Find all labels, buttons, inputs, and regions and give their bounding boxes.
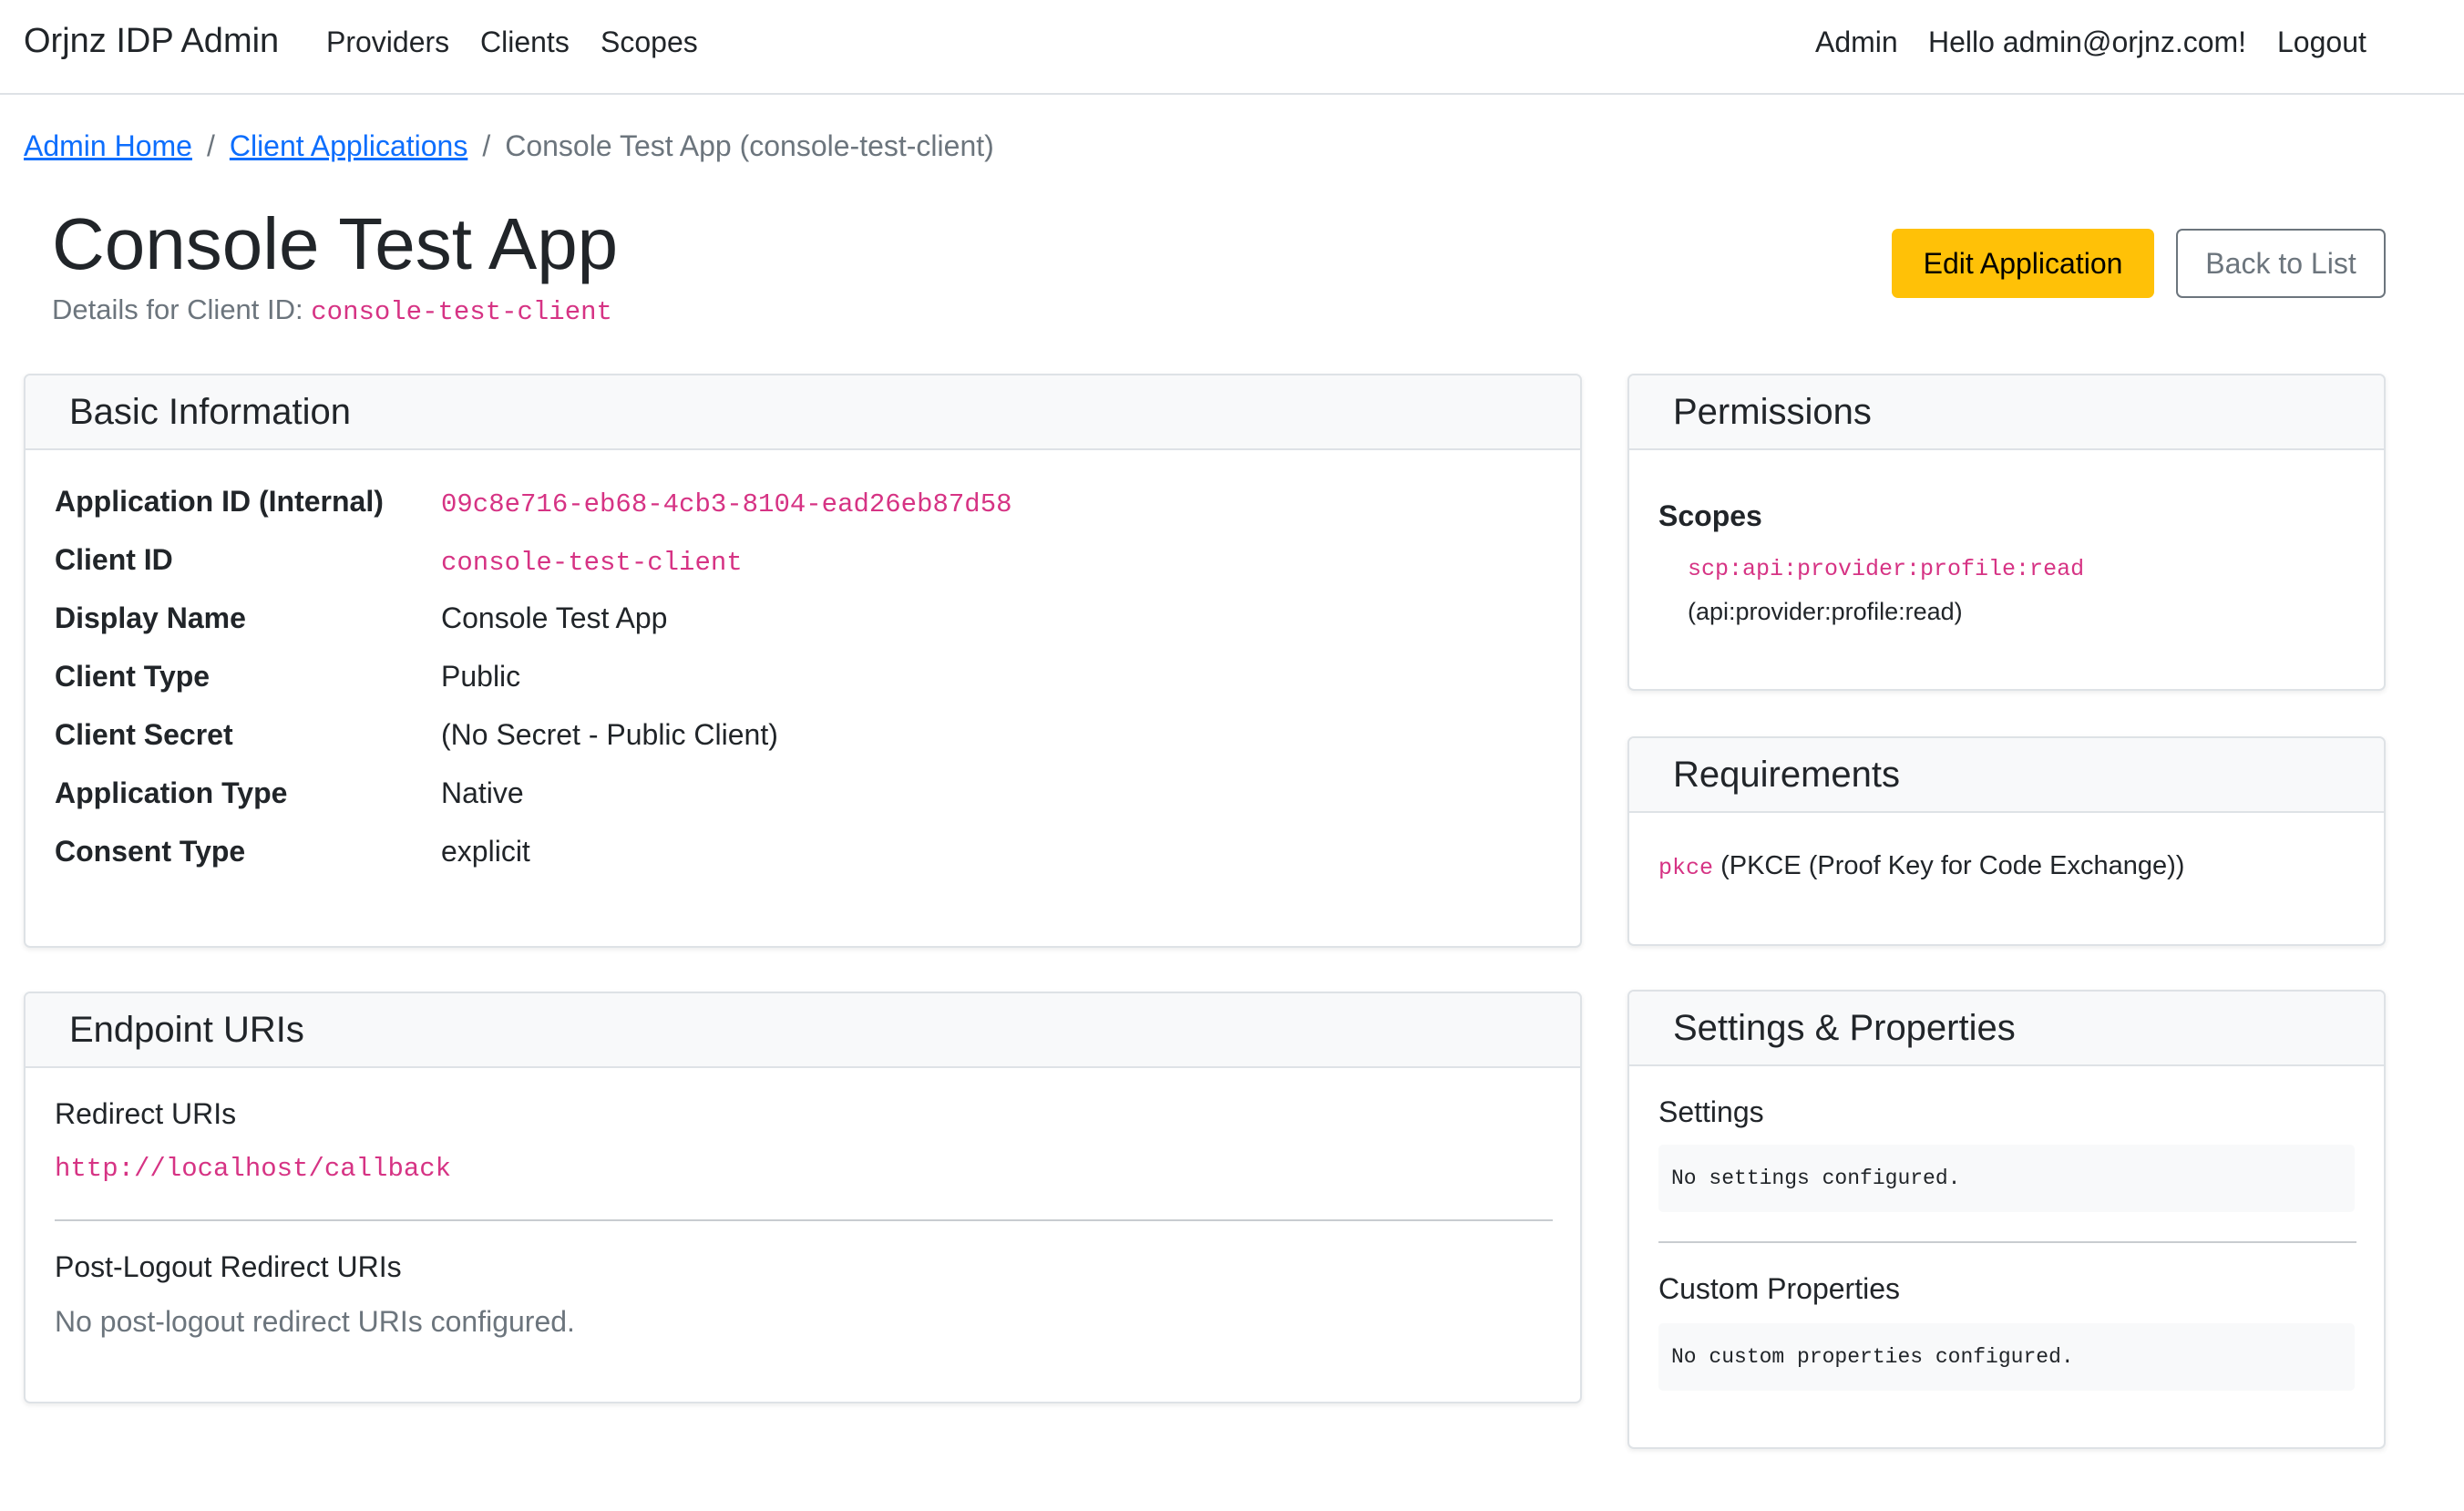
redirect-uri: http://localhost/callback — [55, 1154, 452, 1184]
info-label: Consent Type — [55, 835, 246, 868]
info-label: Application ID (Internal) — [55, 485, 384, 518]
scopes-title: Scopes — [1658, 499, 1762, 532]
info-value: Public — [441, 660, 521, 693]
settings-title: Settings — [1658, 1095, 1764, 1128]
info-row-client-type: Client Type Public — [55, 660, 520, 694]
nav-clients-link[interactable]: Clients — [480, 26, 570, 59]
info-value: (No Secret - Public Client) — [441, 718, 778, 751]
info-row-consent-type: Consent Type explicit — [55, 835, 530, 869]
post-logout-empty-text: No post-logout redirect URIs configured. — [55, 1305, 575, 1338]
info-value: explicit — [441, 835, 530, 868]
info-label: Client Secret — [55, 718, 233, 751]
info-row-application-id: Application ID (Internal) 09c8e716-eb68-4… — [55, 485, 1012, 519]
breadcrumb: Admin Home / Client Applications / Console T… — [24, 129, 994, 163]
info-value: Native — [441, 776, 524, 809]
info-label: Client ID — [55, 543, 173, 576]
requirement-item: pkce (PKCE (Proof Key for Code Exchange)… — [1658, 851, 2184, 881]
requirement-description: (PKCE (Proof Key for Code Exchange)) — [1720, 851, 2185, 880]
nav-scopes-link[interactable]: Scopes — [601, 26, 698, 59]
requirements-card: Requirements pkce (PKCE (Proof Key for C… — [1627, 736, 2386, 946]
nav-admin-link[interactable]: Admin — [1815, 26, 1898, 59]
edit-application-button[interactable]: Edit Application — [1892, 229, 2154, 298]
permissions-header: Permissions — [1629, 375, 2384, 450]
custom-properties-title: Custom Properties — [1658, 1272, 1900, 1305]
info-row-application-type: Application Type Native — [55, 776, 524, 810]
redirect-uris-title: Redirect URIs — [55, 1097, 237, 1130]
requirements-header: Requirements — [1629, 738, 2384, 813]
nav-providers-link[interactable]: Providers — [326, 26, 449, 59]
info-value: 09c8e716-eb68-4cb3-8104-ead26eb87d58 — [441, 489, 1012, 519]
back-to-list-button[interactable]: Back to List — [2176, 229, 2386, 298]
section-divider — [55, 1219, 1553, 1221]
basic-information-header: Basic Information — [26, 375, 1580, 450]
brand-link[interactable]: Orjnz IDP Admin — [24, 22, 279, 61]
post-logout-title: Post-Logout Redirect URIs — [55, 1250, 402, 1283]
breadcrumb-admin-home[interactable]: Admin Home — [24, 129, 192, 162]
section-divider — [1658, 1241, 2356, 1243]
basic-information-card: Basic Information Application ID (Intern… — [24, 374, 1582, 948]
subtitle-client-id: console-test-client — [311, 297, 612, 327]
info-label: Client Type — [55, 660, 210, 693]
breadcrumb-separator: / — [482, 129, 491, 162]
info-row-display-name: Display Name Console Test App — [55, 601, 667, 635]
scope-description: (api:provider:profile:read) — [1688, 598, 1963, 625]
logout-link[interactable]: Logout — [2277, 26, 2366, 59]
requirement-code: pkce — [1658, 855, 1714, 881]
settings-properties-header: Settings & Properties — [1629, 992, 2384, 1066]
endpoint-uris-header: Endpoint URIs — [26, 993, 1580, 1068]
subtitle-prefix: Details for Client ID: — [52, 293, 303, 325]
breadcrumb-current: Console Test App (console-test-client) — [505, 129, 994, 162]
user-greeting: Hello admin@orjnz.com! — [1928, 26, 2247, 58]
page-title: Console Test App — [52, 203, 619, 284]
info-value: console-test-client — [441, 548, 743, 578]
settings-properties-card: Settings & Properties Settings No settin… — [1627, 990, 2386, 1449]
endpoint-uris-card: Endpoint URIs Redirect URIs http://local… — [24, 992, 1582, 1403]
permissions-card: Permissions Scopes scp:api:provider:prof… — [1627, 374, 2386, 691]
scope-code: scp:api:provider:profile:read — [1688, 556, 2085, 582]
settings-empty-box: No settings configured. — [1658, 1145, 2355, 1212]
breadcrumb-client-applications[interactable]: Client Applications — [230, 129, 467, 162]
info-label: Application Type — [55, 776, 288, 809]
info-row-client-secret: Client Secret (No Secret - Public Client) — [55, 718, 778, 752]
custom-properties-empty-box: No custom properties configured. — [1658, 1323, 2355, 1391]
info-row-client-id: Client ID console-test-client — [55, 543, 743, 578]
info-value: Console Test App — [441, 601, 668, 634]
info-label: Display Name — [55, 601, 246, 634]
top-navbar: Orjnz IDP Admin Providers Clients Scopes… — [0, 0, 2464, 95]
breadcrumb-separator: / — [206, 129, 215, 162]
page-subtitle: Details for Client ID: console-test-clie… — [52, 293, 612, 327]
